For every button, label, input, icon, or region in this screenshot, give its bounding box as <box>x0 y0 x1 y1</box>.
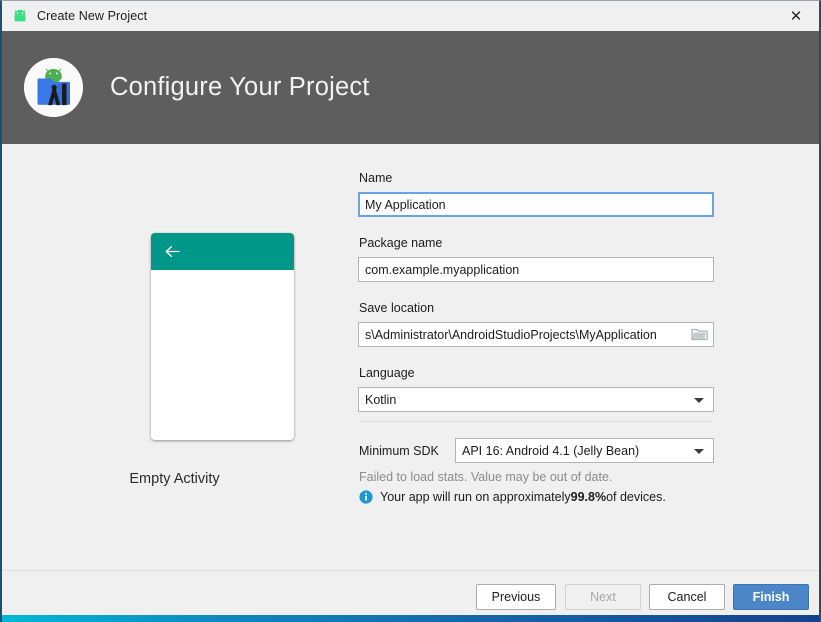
language-label: Language <box>359 366 415 380</box>
sdk-info-suffix: of devices. <box>606 490 666 504</box>
dialog-footer: Previous Next Cancel Finish <box>2 570 819 616</box>
cancel-button[interactable]: Cancel <box>649 584 725 610</box>
close-button[interactable]: ✕ <box>773 1 819 31</box>
minimum-sdk-label: Minimum SDK <box>359 444 439 458</box>
package-name-input[interactable]: com.example.myapplication <box>358 257 714 282</box>
project-form: Name My Application Package name com.exa… <box>347 144 779 570</box>
sdk-info-percent: 99.8% <box>570 490 607 504</box>
bottom-accent-strip <box>2 615 819 622</box>
dialog-header: Configure Your Project <box>2 31 819 144</box>
minimum-sdk-select[interactable]: API 16: Android 4.1 (Jelly Bean) <box>455 438 714 463</box>
template-preview-panel: Empty Activity <box>2 144 347 570</box>
language-select[interactable]: Kotlin <box>358 387 714 412</box>
android-robot-icon <box>11 7 29 25</box>
back-arrow-icon <box>163 242 182 261</box>
save-location-input-value: s\Administrator\AndroidStudioProjects\My… <box>365 327 657 342</box>
sdk-stats-warning: Failed to load stats. Value may be out o… <box>359 470 613 484</box>
activity-template-preview[interactable] <box>151 233 294 440</box>
save-location-input[interactable]: s\Administrator\AndroidStudioProjects\My… <box>358 322 714 347</box>
package-name-input-value: com.example.myapplication <box>365 262 520 277</box>
name-input[interactable]: My Application <box>358 192 714 217</box>
name-label: Name <box>359 171 393 185</box>
folder-icon[interactable] <box>691 327 708 342</box>
chevron-down-icon <box>694 397 704 403</box>
sdk-info-prefix: Your app will run on approximately <box>380 490 571 504</box>
finish-button[interactable]: Finish <box>733 584 809 610</box>
name-input-value: My Application <box>365 197 446 212</box>
sdk-device-coverage-info: Your app will run on approximately 99.8%… <box>359 490 666 504</box>
form-scrollbar-track[interactable] <box>786 144 798 570</box>
window-title: Create New Project <box>37 9 148 23</box>
close-icon: ✕ <box>789 6 803 25</box>
language-select-value: Kotlin <box>365 392 397 407</box>
chevron-down-icon <box>694 448 704 454</box>
previous-button[interactable]: Previous <box>476 584 556 610</box>
dialog-body: Empty Activity Name My Application Packa… <box>2 144 819 570</box>
android-studio-logo-icon <box>24 58 83 117</box>
preview-app-bar <box>151 233 294 270</box>
minimum-sdk-select-value: API 16: Android 4.1 (Jelly Bean) <box>462 443 640 458</box>
next-button: Next <box>565 584 641 610</box>
title-bar: Create New Project ✕ <box>2 1 819 32</box>
page-title: Configure Your Project <box>110 73 370 101</box>
save-location-label: Save location <box>359 301 435 315</box>
template-name-label: Empty Activity <box>129 471 220 487</box>
create-new-project-dialog: Create New Project ✕ Configure Your Proj… <box>0 0 821 622</box>
section-divider <box>360 421 712 422</box>
package-name-label: Package name <box>359 236 443 250</box>
info-icon <box>359 490 373 504</box>
